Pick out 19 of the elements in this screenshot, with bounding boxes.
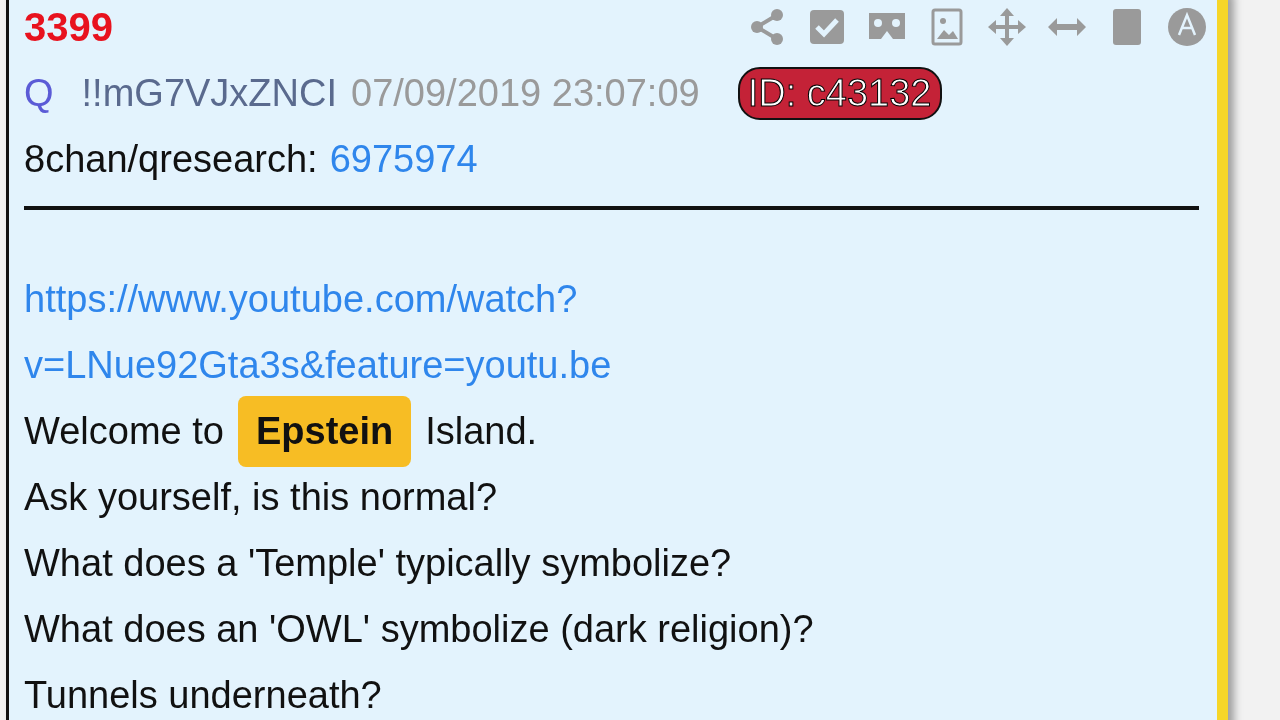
post-number: 3399 [24,4,113,50]
move-icon[interactable] [987,7,1027,47]
body-text: What does a 'Temple' typically symbolize? [24,541,732,585]
id-badge: ID: c43132 [737,66,942,120]
post-link[interactable]: 6975974 [329,137,478,181]
body-text: Tunnels underneath? [24,673,382,717]
body-text: What does an 'OWL' symbolize (dark religion)? [24,607,814,651]
body-text: Island. [425,409,538,453]
check-icon[interactable] [807,7,847,47]
tripcode: !!mG7VJxZNCI [81,71,338,115]
url-link[interactable]: https://www.youtube.com/watch? [24,277,578,321]
font-icon[interactable] [1167,7,1207,47]
body-text: Ask yourself, is this normal? [24,475,498,519]
author-name: Q [24,71,54,115]
body-text: Welcome to [24,409,224,453]
timestamp: 07/09/2019 23:07:09 [351,71,700,115]
board-label: 8chan/qresearch: [24,137,318,181]
url-link[interactable]: v=LNue92Gta3s&feature=youtu.be [24,343,612,387]
keyword-highlight: Epstein [237,395,412,467]
